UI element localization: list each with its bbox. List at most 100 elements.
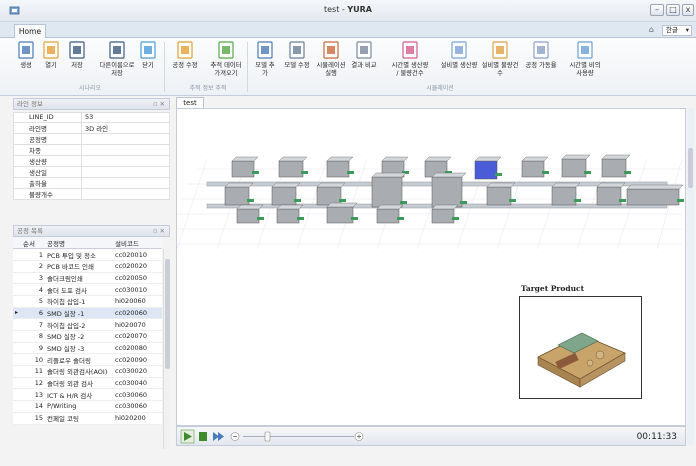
line-info-value[interactable]	[81, 132, 170, 145]
col-header-name[interactable]: 공정명	[45, 237, 113, 250]
process-no: 13	[21, 388, 45, 402]
line-info-value[interactable]	[81, 187, 170, 200]
machine-block[interactable]	[326, 206, 354, 224]
machine-block[interactable]	[474, 160, 498, 180]
machine-block[interactable]	[601, 158, 627, 178]
table-row[interactable]: 3 솔더크림인쇄 cc020050	[13, 272, 162, 285]
ribbon-button-new-doc[interactable]: 생성	[14, 40, 38, 70]
ribbon-button-bar-chart[interactable]: 설비별 생산량	[439, 40, 479, 70]
machine-block[interactable]	[371, 176, 403, 208]
table-row[interactable]: 4 솔더 도포 검사 cc030010	[13, 283, 162, 296]
machine-block[interactable]	[224, 186, 250, 206]
machine-block[interactable]	[486, 186, 512, 206]
machine-block[interactable]	[271, 186, 297, 206]
step-forward-button[interactable]	[213, 432, 224, 441]
machine-block[interactable]	[231, 160, 255, 178]
machine-block[interactable]	[431, 176, 463, 208]
line-info-value[interactable]: 53	[81, 112, 170, 123]
process-name: 솔더크림인쇄	[45, 272, 113, 285]
ribbon-button-label: 시간별 비의 사용량	[569, 62, 601, 77]
minimize-button[interactable]: –	[650, 4, 664, 16]
machine-top	[431, 204, 459, 210]
col-header-no[interactable]: 순서	[21, 237, 45, 250]
zoom-in-icon[interactable]	[354, 432, 364, 441]
machine-block[interactable]	[276, 208, 300, 224]
play-button[interactable]	[180, 429, 195, 444]
import-icon	[216, 40, 236, 60]
process-no: 14	[21, 400, 45, 413]
stop-button[interactable]	[199, 432, 207, 441]
machine-block[interactable]	[521, 160, 545, 178]
ribbon-button-bar-chart-3[interactable]: 공정 가동율	[521, 40, 561, 70]
machine-block[interactable]	[236, 208, 260, 224]
row-indicator-icon	[13, 365, 21, 378]
ribbon-button-import[interactable]: 추적 데이터 가져오기	[206, 40, 246, 78]
ribbon-button-open-folder[interactable]: 열기	[39, 40, 63, 70]
ribbon-button-run-sim[interactable]: 시뮬레이션 실행	[313, 40, 349, 78]
ribbon-button-process-edit[interactable]: 공정 수정	[170, 40, 200, 70]
pin-icon[interactable]: ▫ ✕	[153, 99, 165, 109]
machine-block[interactable]	[376, 208, 400, 224]
line-info-value[interactable]	[81, 143, 170, 156]
viewport-scrollbar[interactable]	[687, 108, 694, 446]
line-info-value[interactable]: 3D 라인	[81, 121, 170, 134]
table-row[interactable]: 1 PCB 투입 및 정소 cc020010	[13, 248, 162, 261]
process-name: P/Writing	[45, 400, 113, 413]
line-info-value[interactable]	[81, 165, 170, 178]
table-row[interactable]: 5 하이칩 삽입-1 hi020060	[13, 295, 162, 308]
pin-icon[interactable]: ▫ ✕	[153, 226, 165, 236]
table-row[interactable]: ▸ 6 SMD 실장 -1 cc020060	[13, 307, 162, 320]
ribbon-button-label: 생성	[20, 62, 32, 69]
language-select[interactable]: 한글 ▾	[662, 25, 692, 36]
machine-block[interactable]	[326, 160, 350, 178]
process-list-scrollbar[interactable]	[163, 249, 170, 449]
line-info-value[interactable]	[81, 154, 170, 167]
ribbon-button-line-chart[interactable]: 시간별 생산량 / 불량건수	[388, 40, 432, 78]
tab-home[interactable]: Home	[14, 24, 46, 39]
line-info-key: 생산일	[13, 165, 82, 178]
table-row[interactable]: 2 PCB 바코드 인쇄 cc020020	[13, 260, 162, 273]
scroll-thumb[interactable]	[165, 259, 170, 369]
ribbon-button-bar-chart-2[interactable]: 설비별 불량건수	[480, 40, 520, 78]
table-row[interactable]: 14 P/Writing cc030060	[13, 400, 162, 413]
col-header-code[interactable]: 설비코드	[113, 237, 162, 250]
machine-block[interactable]	[596, 186, 622, 206]
machine-block[interactable]	[561, 158, 587, 178]
row-indicator-icon	[13, 248, 21, 261]
help-home-icon[interactable]: ⌂	[649, 25, 654, 34]
machine-block[interactable]	[626, 188, 680, 206]
machine-top	[561, 154, 591, 160]
ribbon-button-save[interactable]: 저장	[65, 40, 89, 70]
ribbon-button-bar-chart-4[interactable]: 시간별 비의 사용량	[565, 40, 605, 78]
table-row[interactable]: 10 리플로우 솔더링 cc020090	[13, 353, 162, 367]
table-row[interactable]: 7 하이칩 삽입-2 hi020070	[13, 318, 162, 331]
machine-block[interactable]	[316, 186, 342, 206]
speed-slider-thumb[interactable]	[264, 431, 271, 442]
table-row[interactable]: 12 솔더링 외관 검사 cc030040	[13, 377, 162, 390]
ribbon-button-compare[interactable]: 결과 비교	[349, 40, 379, 70]
ribbon-button-model-add[interactable]: 모델 추가	[253, 40, 277, 78]
machine-block[interactable]	[551, 186, 577, 206]
ribbon-button-close-doc[interactable]: 닫기	[136, 40, 160, 70]
line-info-title: 라인 정보	[17, 100, 43, 108]
line-info-value[interactable]	[81, 176, 170, 189]
scroll-thumb[interactable]	[688, 148, 693, 188]
maximize-button[interactable]: □	[666, 4, 680, 16]
ribbon-button-save-as[interactable]: 다른이름으로 저장	[99, 40, 135, 78]
close-window-button[interactable]: x	[682, 4, 694, 16]
table-row[interactable]: 15 컨페일 코팅 hi020200	[13, 412, 162, 425]
table-row[interactable]: 9 SMD 실장 -3 cc020080	[13, 342, 162, 355]
table-row[interactable]: 8 SMD 실장 -2 cc020070	[13, 330, 162, 343]
machine-block[interactable]	[431, 208, 455, 224]
machine-status-tag	[397, 217, 404, 220]
zoom-out-icon[interactable]	[230, 432, 240, 441]
line-info-grid: LINE_ID 53 라인명 3D 라인 공정명 차종 생산량 생산일 출하율 불량개수	[13, 112, 170, 200]
table-row[interactable]: 11 솔더링 외관검사(AOI) cc030020	[13, 365, 162, 378]
table-row[interactable]: 13 ICT & H/R 검사 cc030060	[13, 388, 162, 402]
row-indicator-icon	[13, 260, 21, 273]
line-chart-icon	[400, 40, 420, 60]
line-info-key: 생산량	[13, 154, 82, 167]
pcb-product-icon	[537, 332, 626, 388]
ribbon-button-model-edit[interactable]: 모델 수정	[280, 40, 314, 70]
machine-block[interactable]	[278, 160, 304, 178]
